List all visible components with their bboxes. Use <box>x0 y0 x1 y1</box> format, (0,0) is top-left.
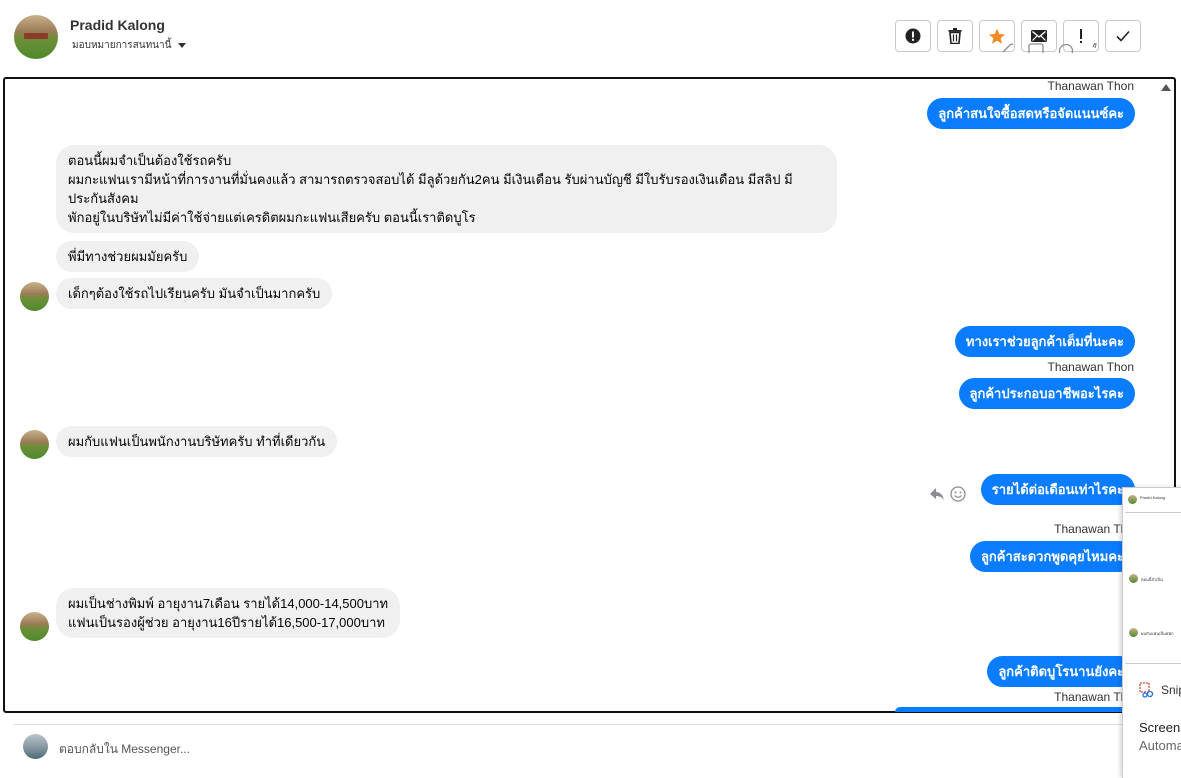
outgoing-message[interactable]: ลูกค้าสนใจซื้อสดหรือจัดแนนซ์คะ <box>927 98 1135 129</box>
assign-conversation-dropdown[interactable]: มอบหมายการสนทนานี้ <box>72 38 187 53</box>
checkmark-icon <box>1116 30 1130 42</box>
snipping-tool-icon <box>1139 682 1154 698</box>
outgoing-message[interactable]: ลูกค้าประกอบอาชีพอะไรคะ <box>958 378 1135 409</box>
mark-done-button[interactable] <box>1105 20 1141 52</box>
attachment-icon[interactable] <box>1000 43 1014 53</box>
contact-avatar[interactable] <box>20 282 49 311</box>
outgoing-message[interactable] <box>895 707 1135 712</box>
scroll-up-arrow-icon[interactable] <box>1161 84 1171 91</box>
contact-name[interactable]: Pradid Kalong <box>70 17 165 33</box>
outgoing-message[interactable]: รายได้ต่อเดือนเท่าไรคะ <box>980 474 1135 505</box>
preview-message: ผมกับแฟนเป็นพนัก <box>1141 631 1174 636</box>
caret-down-icon <box>178 43 187 48</box>
outgoing-message[interactable]: ลูกค้าสะดวกพูดคุยไหมคะ <box>969 541 1135 572</box>
agent-name: Thanawan Thon <box>1047 360 1134 374</box>
snip-app-row: Snip <box>1139 682 1181 698</box>
preview-avatar <box>1129 574 1138 583</box>
conversation-header: Pradid Kalong มอบหมายการสนทนานี้ <box>0 0 1181 76</box>
alert-circle-icon <box>905 28 921 44</box>
trash-icon <box>948 28 962 44</box>
incoming-message[interactable]: ผมกับแฟนเป็นพนักงานบริษัทครับ ทำที่เดียว… <box>56 426 338 457</box>
preview-name: Pradid Kalong <box>1140 495 1166 500</box>
snip-subtitle: Automa <box>1139 738 1181 753</box>
exclamation-icon <box>1080 29 1082 43</box>
reply-input[interactable]: ตอบกลับใน Messenger... <box>59 740 190 759</box>
incoming-message[interactable]: ผมเป็นช่างพิมพ์ อายุงาน7เดือน รายได้14,0… <box>56 588 401 638</box>
snip-title: Screens <box>1139 720 1181 735</box>
assign-label: มอบหมายการสนทนานี้ <box>72 40 172 51</box>
snip-app-name: Snip <box>1161 683 1181 697</box>
incoming-message[interactable]: ตอนนี้ผมจำเป็นต้องใช้รถครับ ผมกะแฟนเรามี… <box>56 145 837 233</box>
preview-avatar <box>1129 628 1138 637</box>
like-icon[interactable] <box>1088 43 1102 53</box>
reply-icon[interactable] <box>929 486 945 502</box>
envelope-icon <box>1031 30 1047 42</box>
page-avatar <box>23 734 48 759</box>
emoji-icon[interactable] <box>1058 43 1074 53</box>
outgoing-message[interactable]: ลูกค้าติดบูโรนานยังคะ <box>987 656 1135 687</box>
gif-icon[interactable] <box>1028 43 1044 53</box>
incoming-message[interactable]: พี่มีทางช่วยผมมัยครับ <box>56 241 200 272</box>
contact-avatar[interactable] <box>20 612 49 641</box>
spam-button[interactable] <box>895 20 931 52</box>
contact-avatar[interactable] <box>20 430 49 459</box>
star-icon <box>989 28 1005 44</box>
delete-button[interactable] <box>937 20 973 52</box>
incoming-message[interactable]: เด็กๆต้องใช้รถไปเรียนครับ มันจำเป็นมากคร… <box>56 278 333 309</box>
outgoing-message[interactable]: ทางเราช่วยลูกค้าเต็มที่นะคะ <box>954 326 1135 357</box>
emoji-reaction-icon[interactable] <box>950 486 966 502</box>
screenshot-preview[interactable]: ตอนนี้จำเป็น ผมกับแฟนเป็นพนัก <box>1125 512 1181 664</box>
agent-name: Thanawan Thon <box>1047 79 1134 93</box>
preview-message: ตอนนี้จำเป็น <box>1141 577 1163 582</box>
snip-notification[interactable]: Pradid Kalong ตอนนี้จำเป็น ผมกับแฟนเป็นพ… <box>1122 487 1181 778</box>
reply-composer[interactable]: ตอบกลับใน Messenger... <box>14 724 1124 775</box>
contact-avatar[interactable] <box>14 15 58 59</box>
preview-avatar <box>1128 495 1137 504</box>
composer-actions <box>1000 43 1102 53</box>
